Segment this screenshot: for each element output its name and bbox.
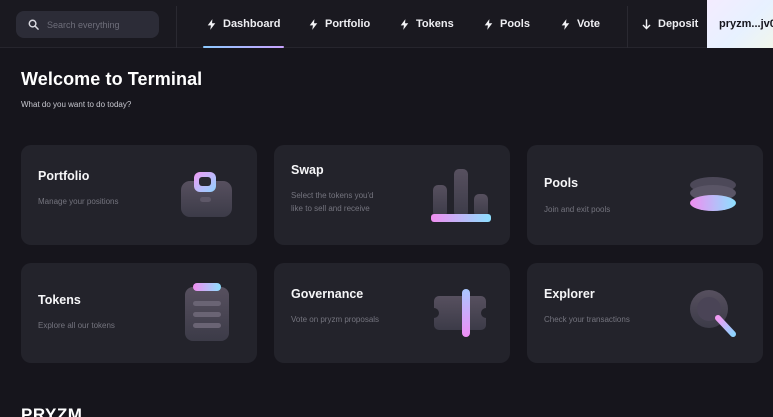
- card-description: Explore all our tokens: [38, 321, 115, 330]
- clipboard-icon: [185, 283, 229, 341]
- page-title: Welcome to Terminal: [21, 69, 203, 89]
- tab-label: Vote: [577, 18, 601, 30]
- magnifier-icon: [690, 290, 736, 337]
- card-governance[interactable]: Governance Vote on pryzm proposals: [274, 263, 510, 363]
- card-description: Vote on pryzm proposals: [291, 315, 380, 324]
- nav-divider: [627, 6, 628, 48]
- card-title: Swap: [291, 163, 324, 177]
- card-title: Pools: [544, 176, 579, 190]
- search-box[interactable]: [16, 11, 159, 38]
- brand-logo-text: PRYZM: [21, 405, 83, 417]
- tab-label: Dashboard: [223, 18, 281, 30]
- card-swap[interactable]: Swap Select the tokens you'd like to sel…: [274, 145, 510, 245]
- card-explorer[interactable]: Explorer Check your transactions: [527, 263, 763, 363]
- bolt-icon: [207, 18, 216, 30]
- tab-pools[interactable]: Pools: [484, 0, 530, 48]
- layers-icon: [690, 177, 736, 211]
- bolt-icon: [400, 18, 409, 30]
- bolt-icon: [484, 18, 493, 30]
- card-title: Explorer: [544, 287, 595, 301]
- nav-divider: [176, 6, 177, 48]
- card-title: Portfolio: [38, 169, 90, 183]
- tab-label: Pools: [500, 18, 530, 30]
- card-description: Join and exit pools: [544, 205, 611, 214]
- page-subtitle: What do you want to do today?: [21, 100, 132, 109]
- bolt-icon: [309, 18, 318, 30]
- tab-tokens[interactable]: Tokens: [400, 0, 454, 48]
- card-description: Manage your positions: [38, 197, 119, 206]
- wallet-address: pryzm...jv0e: [719, 18, 773, 30]
- ticket-icon: [434, 289, 486, 337]
- card-description: Check your transactions: [544, 315, 630, 324]
- card-title: Governance: [291, 287, 364, 301]
- search-icon: [28, 19, 39, 30]
- card-pools[interactable]: Pools Join and exit pools: [527, 145, 763, 245]
- wallet-address-button[interactable]: pryzm...jv0e: [707, 0, 773, 48]
- card-portfolio[interactable]: Portfolio Manage your positions: [21, 145, 257, 245]
- bolt-icon: [561, 18, 570, 30]
- deposit-label: Deposit: [658, 18, 699, 30]
- deposit-button[interactable]: Deposit: [642, 0, 698, 48]
- top-nav: Dashboard Portfolio Tokens Pools Vote De…: [0, 0, 773, 48]
- tab-label: Tokens: [416, 18, 454, 30]
- search-input[interactable]: [47, 19, 157, 30]
- tab-label: Portfolio: [325, 18, 371, 30]
- arrow-down-icon: [642, 18, 651, 29]
- card-description: Select the tokens you'd like to sell and…: [291, 191, 374, 213]
- tab-portfolio[interactable]: Portfolio: [309, 0, 370, 48]
- tab-vote[interactable]: Vote: [561, 0, 600, 48]
- card-title: Tokens: [38, 293, 81, 307]
- card-tokens[interactable]: Tokens Explore all our tokens: [21, 263, 257, 363]
- wallet-icon: [181, 172, 232, 217]
- bar-chart-icon: [431, 169, 491, 222]
- tab-dashboard[interactable]: Dashboard: [202, 0, 285, 48]
